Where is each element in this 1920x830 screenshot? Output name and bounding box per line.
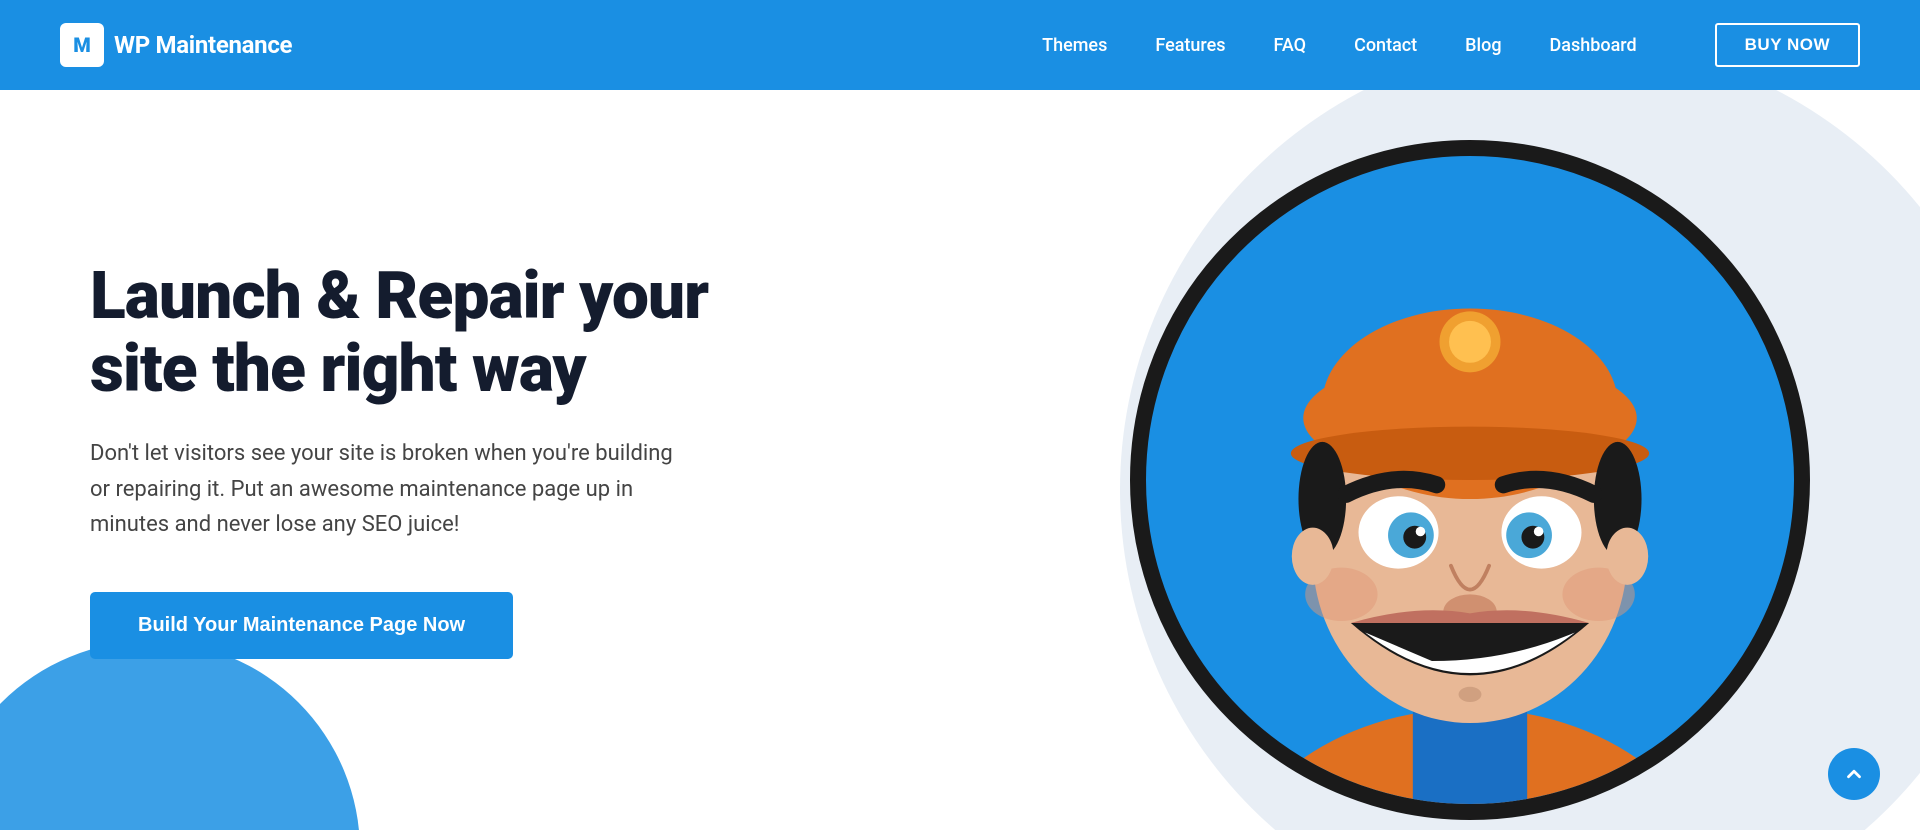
cta-button[interactable]: Build Your Maintenance Page Now	[90, 592, 513, 659]
logo-text: WP Maintenance	[114, 31, 292, 59]
scroll-top-button[interactable]	[1828, 748, 1880, 800]
mascot-illustration	[1146, 156, 1794, 804]
nav-contact[interactable]: Contact	[1354, 35, 1417, 56]
nav-faq[interactable]: FAQ	[1274, 35, 1307, 56]
logo-area: M WP Maintenance	[60, 23, 292, 67]
mascot-circle	[1130, 140, 1810, 820]
header: M WP Maintenance Themes Features FAQ Con…	[0, 0, 1920, 90]
hero-title: Launch & Repair your site the right way	[90, 261, 800, 406]
nav-blog[interactable]: Blog	[1465, 35, 1501, 56]
hero-subtitle: Don't let visitors see your site is brok…	[90, 436, 690, 542]
nav-themes[interactable]: Themes	[1042, 35, 1107, 56]
hero-content: Launch & Repair your site the right way …	[0, 261, 800, 659]
main-nav: Themes Features FAQ Contact Blog Dashboa…	[1042, 23, 1860, 67]
hero-section: Launch & Repair your site the right way …	[0, 90, 1920, 830]
logo-icon: M	[60, 23, 104, 67]
mascot-area	[1020, 90, 1920, 830]
buy-now-button[interactable]: BUY NOW	[1715, 23, 1860, 67]
nav-dashboard[interactable]: Dashboard	[1550, 35, 1637, 56]
chevron-up-icon	[1843, 763, 1865, 785]
nav-features[interactable]: Features	[1155, 35, 1225, 56]
